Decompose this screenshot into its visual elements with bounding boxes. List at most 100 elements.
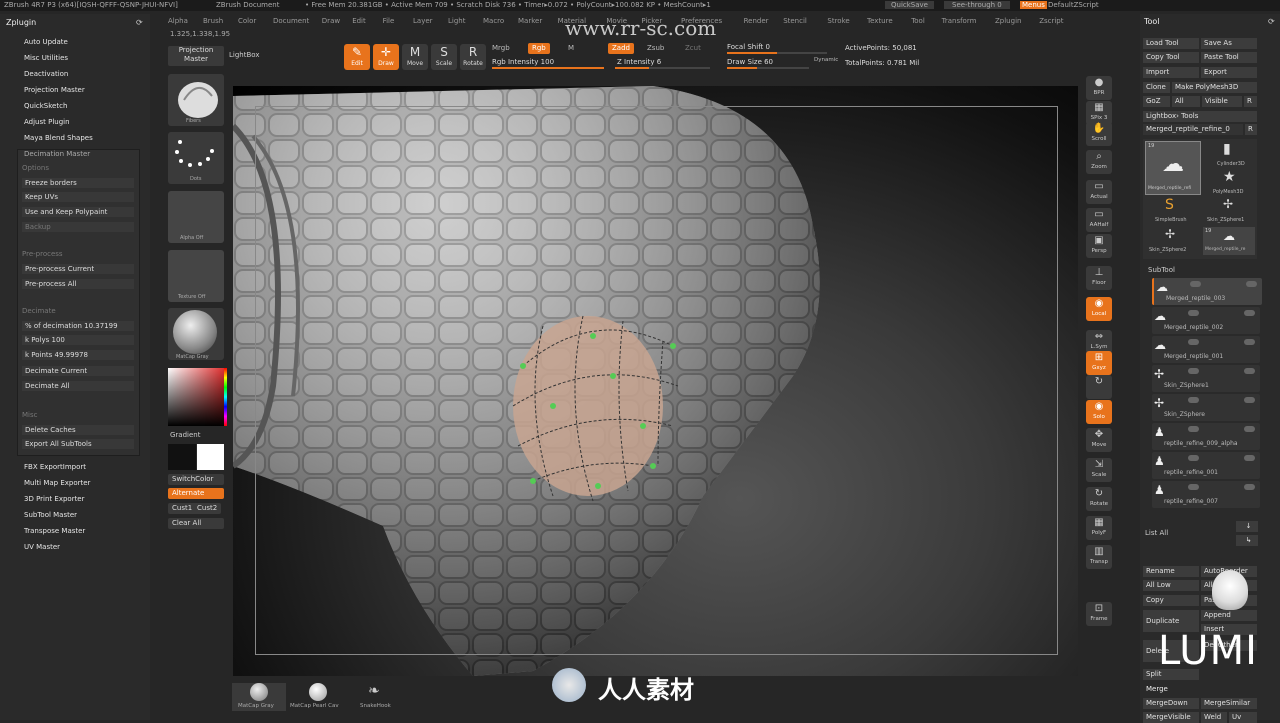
view-control-scroll[interactable]: ✋ Scroll: [1086, 122, 1112, 146]
brush-thumbnail[interactable]: Fibers: [168, 74, 224, 126]
menu-layer[interactable]: Layer: [413, 17, 433, 25]
menu-color[interactable]: Color: [238, 17, 256, 25]
subtool-row[interactable]: ✢ Skin_ZSphere: [1152, 394, 1260, 421]
matcap-pearl-slot[interactable]: MatCap Pearl Cav: [290, 683, 346, 711]
projection-master-button[interactable]: Projection Master: [168, 46, 224, 66]
zplugin-item[interactable]: Auto Update: [24, 38, 68, 46]
tool-thumb-reptile2[interactable]: 19 ☁ Merged_reptile_re: [1203, 227, 1255, 255]
menu-light[interactable]: Light: [448, 17, 465, 25]
menu-brush[interactable]: Brush: [203, 17, 223, 25]
eye-icon[interactable]: [1244, 368, 1255, 374]
see-through-slider[interactable]: See-through 0: [944, 1, 1010, 9]
subtool-toggle[interactable]: [1188, 426, 1199, 432]
zplugin-item[interactable]: Maya Blend Shapes: [24, 134, 93, 142]
rgb-toggle[interactable]: Rgb: [528, 43, 550, 54]
lightbox-button[interactable]: LightBox: [229, 51, 259, 59]
menu-zplugin[interactable]: Zplugin: [995, 17, 1021, 25]
view-control-move[interactable]: ✥ Move: [1086, 428, 1112, 452]
keep-polypaint-toggle[interactable]: Use and Keep Polypaint: [22, 207, 134, 217]
backup-toggle[interactable]: Backup: [22, 222, 134, 232]
menu-marker[interactable]: Marker: [518, 17, 542, 25]
matcap-gray-slot[interactable]: MatCap Gray: [232, 683, 286, 711]
mrgb-toggle[interactable]: Mrgb: [492, 44, 510, 52]
view-control-scale[interactable]: ⇲ Scale: [1086, 458, 1112, 482]
copy-tool-button[interactable]: Copy Tool: [1143, 52, 1199, 63]
subtool-header[interactable]: SubTool: [1148, 266, 1175, 274]
view-control-solo[interactable]: ◉ Solo: [1086, 400, 1112, 424]
zplugin-item[interactable]: SubTool Master: [24, 511, 77, 519]
default-zscript-button[interactable]: DefaultZScript: [1048, 1, 1099, 9]
subtool-toggle[interactable]: [1188, 455, 1199, 461]
hue-slider[interactable]: [224, 368, 227, 426]
append-button[interactable]: Append: [1201, 610, 1257, 621]
export-button[interactable]: Export: [1201, 67, 1257, 78]
view-control-toggle[interactable]: ↻: [1086, 375, 1112, 399]
view-control-rotate[interactable]: ↻ Rotate: [1086, 487, 1112, 511]
scale-button[interactable]: S Scale: [431, 44, 457, 70]
rename-button[interactable]: Rename: [1143, 566, 1199, 577]
zplugin-item[interactable]: 3D Print Exporter: [24, 495, 85, 503]
m-toggle[interactable]: M: [568, 44, 574, 52]
menu-render[interactable]: Render: [744, 17, 769, 25]
zcut-toggle[interactable]: Zcut: [685, 44, 701, 52]
settings-icon[interactable]: ⟳: [136, 18, 143, 27]
make-polymesh-button[interactable]: Make PolyMesh3D: [1172, 82, 1257, 93]
view-control-actual[interactable]: ▭ Actual: [1086, 180, 1112, 204]
viewport-canvas[interactable]: [233, 86, 1078, 676]
zplugin-item[interactable]: Projection Master: [24, 86, 85, 94]
clear-all-button[interactable]: Clear All: [168, 518, 224, 529]
subtool-row[interactable]: ♟ reptile_refine_007: [1152, 481, 1260, 508]
copy-subtool-button[interactable]: Copy: [1143, 595, 1199, 606]
freeze-borders-toggle[interactable]: Freeze borders: [22, 178, 134, 188]
zadd-toggle[interactable]: Zadd: [608, 43, 634, 54]
all-low-button[interactable]: All Low: [1143, 580, 1199, 591]
quicksave-button[interactable]: QuickSave: [885, 1, 934, 9]
zplugin-item[interactable]: QuickSketch: [24, 102, 67, 110]
decimate-all-button[interactable]: Decimate All: [22, 381, 134, 391]
zplugin-item[interactable]: Misc Utilities: [24, 54, 68, 62]
view-control-zoom[interactable]: ⌕ Zoom: [1086, 150, 1112, 174]
cust1-button[interactable]: Cust1: [168, 503, 197, 514]
menu-edit[interactable]: Edit: [352, 17, 366, 25]
zplugin-item[interactable]: Adjust Plugin: [24, 118, 70, 126]
tool-thumb-zsphere1[interactable]: ✢ Skin_ZSphere1: [1203, 197, 1255, 225]
mergedown-button[interactable]: MergeDown: [1143, 698, 1199, 709]
view-control-local[interactable]: ◉ Local: [1086, 297, 1112, 321]
weld-button[interactable]: Weld: [1201, 712, 1227, 723]
eye-icon[interactable]: [1244, 339, 1255, 345]
subtool-toggle[interactable]: [1188, 310, 1199, 316]
eye-icon[interactable]: [1246, 281, 1257, 287]
focal-shift-slider[interactable]: Focal Shift 0: [727, 43, 770, 51]
rotate-button[interactable]: R Rotate: [460, 44, 486, 70]
mergesimilar-button[interactable]: MergeSimilar: [1201, 698, 1257, 709]
subtool-toggle[interactable]: [1188, 368, 1199, 374]
color-picker[interactable]: [168, 368, 224, 426]
import-button[interactable]: Import: [1143, 67, 1199, 78]
view-control-gxyz[interactable]: ⊞ Gxyz: [1086, 351, 1112, 375]
options-header[interactable]: Options: [22, 164, 49, 172]
clone-button[interactable]: Clone: [1143, 82, 1170, 93]
menu-stroke[interactable]: Stroke: [827, 17, 849, 25]
snakehook-slot[interactable]: ❧ SnakeHook: [352, 683, 402, 711]
draw-button[interactable]: ✛ Draw: [373, 44, 399, 70]
tool-thumb-polymesh[interactable]: ★ PolyMesh3D: [1203, 169, 1255, 197]
keep-uvs-toggle[interactable]: Keep UVs: [22, 192, 134, 202]
zplugin-item[interactable]: Multi Map Exporter: [24, 479, 90, 487]
load-tool-button[interactable]: Load Tool: [1143, 38, 1199, 49]
subtool-row[interactable]: ☁ Merged_reptile_003: [1152, 278, 1262, 305]
subtool-row[interactable]: ✢ Skin_ZSphere1: [1152, 365, 1260, 392]
polys-slider[interactable]: k Polys 100: [22, 335, 134, 345]
view-control-transp[interactable]: ▥ Transp: [1086, 545, 1112, 569]
subtool-toggle[interactable]: [1188, 397, 1199, 403]
menu-zscript[interactable]: Zscript: [1039, 17, 1063, 25]
delete-caches-button[interactable]: Delete Caches: [22, 425, 134, 435]
eye-icon[interactable]: [1244, 484, 1255, 490]
menu-transform[interactable]: Transform: [942, 17, 977, 25]
current-tool-slider[interactable]: Merged_reptile_refine_0: [1143, 124, 1243, 135]
settings-icon[interactable]: ⟳: [1268, 17, 1275, 26]
view-control-polyf[interactable]: ▦ PolyF: [1086, 516, 1112, 540]
tool-thumb-zsphere2[interactable]: ✢ Skin_ZSphere2: [1145, 227, 1199, 255]
lightbox-tools-button[interactable]: Lightbox› Tools: [1143, 111, 1257, 122]
preprocess-current-button[interactable]: Pre-process Current: [22, 264, 134, 274]
menu-tool[interactable]: Tool: [911, 17, 925, 25]
